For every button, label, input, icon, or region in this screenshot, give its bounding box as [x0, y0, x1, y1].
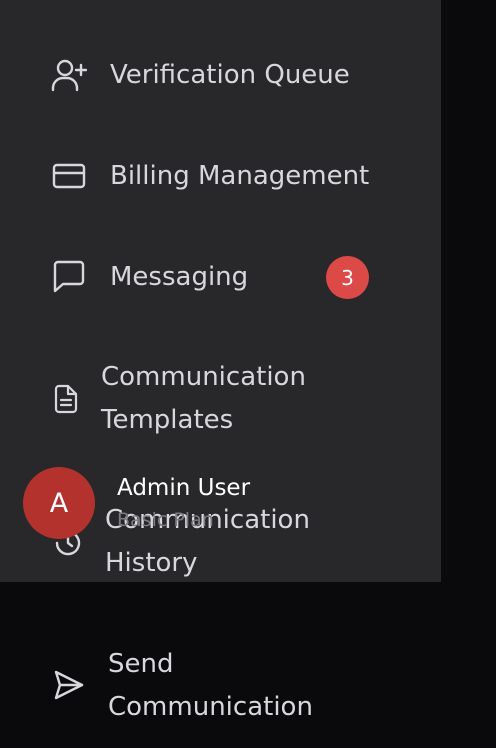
sidebar-item-label: Billing Management — [110, 161, 370, 191]
sidebar-item-verification-queue[interactable]: Verification Queue — [0, 50, 380, 100]
send-icon — [51, 667, 87, 703]
credit-card-icon — [51, 161, 87, 191]
user-plan: Basic Plan — [117, 509, 214, 531]
app-window: Verification Queue Billing Management Me… — [0, 0, 496, 748]
user-name: Admin User — [117, 475, 251, 501]
user-profile-card[interactable]: A Admin User Basic Plan — [23, 467, 323, 539]
sidebar-item-label: Messaging — [110, 262, 249, 292]
sidebar-item-messaging[interactable]: Messaging 3 — [0, 252, 380, 302]
sidebar-item-label: Templates — [101, 405, 234, 435]
file-text-icon — [54, 384, 78, 414]
sidebar-item-label: Communication — [101, 362, 306, 392]
sidebar-item-label: Send — [108, 649, 174, 679]
sidebar-item-communication-templates[interactable]: Communication Templates — [0, 355, 380, 443]
sidebar-item-label: Communication — [108, 692, 313, 722]
unread-count-badge: 3 — [326, 256, 369, 299]
message-square-icon — [51, 259, 87, 295]
sidebar-item-billing-management[interactable]: Billing Management — [0, 151, 380, 201]
avatar: A — [23, 467, 95, 539]
user-plus-icon — [51, 58, 87, 92]
sidebar-item-label: History — [105, 548, 198, 578]
sidebar-item-send-communication[interactable]: Send Communication — [0, 642, 380, 730]
sidebar-item-label: Verification Queue — [110, 60, 350, 90]
